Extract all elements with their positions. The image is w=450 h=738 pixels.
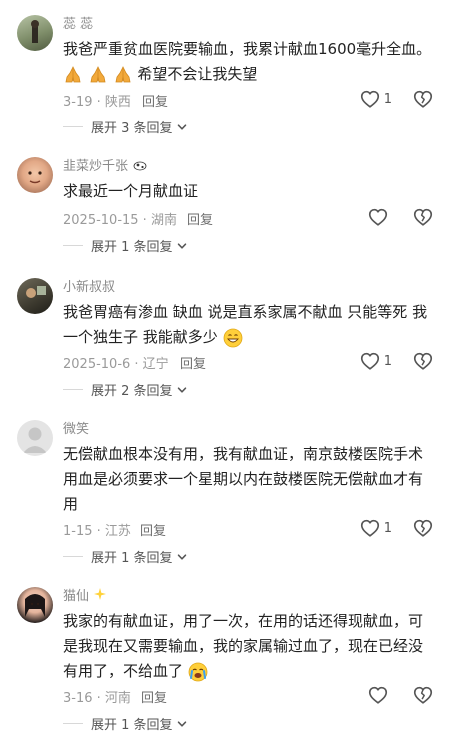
- chevron-down-icon: [176, 240, 188, 252]
- chevron-down-icon: [176, 121, 188, 133]
- comment-meta: 3-16 · 河南: [63, 691, 131, 706]
- like-count: 1: [383, 353, 392, 369]
- expand-replies-button[interactable]: 展开 1 条回复: [63, 236, 188, 255]
- comment-text-line: 希望不会让我失望: [63, 62, 433, 87]
- comment-meta: 2025-10-15 · 湖南: [63, 213, 177, 228]
- avatar[interactable]: [17, 420, 53, 456]
- comment-text-line: 无偿献血根本没有用，我有献血证，南京鼓楼医院手术: [63, 445, 424, 463]
- heart-outline-icon: [367, 684, 389, 706]
- reply-button[interactable]: 回复: [180, 353, 206, 372]
- username-text: 韭菜炒千张: [63, 159, 129, 174]
- broken-heart-icon: [412, 517, 434, 539]
- cow-emoji-icon: [133, 161, 147, 171]
- like-count: 1: [383, 91, 392, 107]
- comment-item: 微笑 无偿献血根本没有用，我有献血证，南京鼓楼医院手术 用血是必须要求一个星期以…: [0, 420, 450, 566]
- expand-replies-label: 展开 1 条回复: [91, 718, 173, 733]
- expand-replies-label: 展开 1 条回复: [91, 240, 173, 255]
- pray-emoji-icon: [63, 65, 83, 85]
- chevron-down-icon: [176, 718, 188, 730]
- comment-text-fragment: 希望不会让我失望: [137, 65, 258, 83]
- comment-text-line: 我家的有献血证，用了一次，在用的话还得现献血，可: [63, 612, 424, 630]
- username[interactable]: 小新叔叔: [63, 276, 115, 295]
- comment-text: 我爸严重贫血医院要输血，我累计献血1600毫升全血。 希望不会让我失望: [63, 37, 433, 87]
- expand-replies-button[interactable]: 展开 3 条回复: [63, 117, 188, 136]
- comment-text: 我家的有献血证，用了一次，在用的话还得现献血，可 是我现在又需要输血，我的家属输…: [63, 609, 433, 684]
- expand-replies-label: 展开 2 条回复: [91, 384, 173, 399]
- heart-outline-icon: [359, 350, 381, 372]
- comment-text-line: 用: [63, 495, 79, 513]
- divider-line: [63, 556, 83, 557]
- divider-line: [63, 389, 83, 390]
- comment-text-line: 用血是必须要求一个星期以内在鼓楼医院无偿献血才有: [63, 470, 424, 488]
- comment-text-line: 有用了，不给血了: [63, 659, 433, 684]
- broken-heart-icon: [412, 684, 434, 706]
- comment-text-line: 是我现在又需要输血，我的家属输过血了，现在已经没: [63, 637, 424, 655]
- comment-item: 蕊 蕊 我爸严重贫血医院要输血，我累计献血1600毫升全血。 希望不会让我失望 …: [0, 13, 450, 136]
- chevron-down-icon: [176, 384, 188, 396]
- avatar[interactable]: [17, 587, 53, 623]
- divider-line: [63, 126, 83, 127]
- comment-meta: 3-19 · 陕西: [63, 95, 131, 110]
- comment-item: 猫仙 我家的有献血证，用了一次，在用的话还得现献血，可 是我现在又需要输血，我的…: [0, 587, 450, 738]
- expand-replies-button[interactable]: 展开 2 条回复: [63, 380, 188, 399]
- comment-text: 无偿献血根本没有用，我有献血证，南京鼓楼医院手术 用血是必须要求一个星期以内在鼓…: [63, 442, 433, 517]
- chevron-down-icon: [176, 551, 188, 563]
- comment-text-line: 一个独生子 我能献多少: [63, 325, 433, 350]
- reply-button[interactable]: 回复: [187, 209, 213, 228]
- like-count: 1: [383, 520, 392, 536]
- dislike-button[interactable]: [412, 517, 434, 543]
- comment-text-fragment: 一个独生子 我能献多少: [63, 328, 218, 346]
- avatar[interactable]: [17, 157, 53, 193]
- comment-item: 韭菜炒千张 求最近一个月献血证 2025-10-15 · 湖南 回复 展开 1 …: [0, 157, 450, 257]
- heart-outline-icon: [367, 206, 389, 228]
- comment-meta: 1-15 · 江苏: [63, 524, 131, 539]
- comment-text-fragment: 有用了，不给血了: [63, 662, 184, 680]
- heart-outline-icon: [359, 517, 381, 539]
- expand-replies-label: 展开 1 条回复: [91, 551, 173, 566]
- like-button[interactable]: [367, 684, 392, 706]
- dislike-button[interactable]: [412, 206, 434, 232]
- like-button[interactable]: [367, 206, 392, 228]
- comment-meta: 2025-10-6 · 辽宁: [63, 357, 169, 372]
- comment-text: 求最近一个月献血证: [63, 179, 433, 204]
- username[interactable]: 蕊 蕊: [63, 13, 93, 32]
- reply-button[interactable]: 回复: [141, 687, 167, 706]
- expand-replies-label: 展开 3 条回复: [91, 121, 173, 136]
- heart-outline-icon: [359, 88, 381, 110]
- broken-heart-icon: [412, 350, 434, 372]
- username[interactable]: 猫仙: [63, 585, 107, 604]
- username[interactable]: 韭菜炒千张: [63, 155, 148, 174]
- comment-item: 小新叔叔 我爸胃癌有渗血 缺血 说是直系家属不献血 只能等死 我 一个独生子 我…: [0, 278, 450, 400]
- reply-button[interactable]: 回复: [140, 520, 166, 539]
- like-button[interactable]: 1: [359, 517, 392, 539]
- expand-replies-button[interactable]: 展开 1 条回复: [63, 547, 188, 566]
- sparkles-emoji-icon: [94, 588, 107, 600]
- divider-line: [63, 245, 83, 246]
- reply-button[interactable]: 回复: [142, 91, 168, 110]
- dislike-button[interactable]: [412, 684, 434, 710]
- comment-text-line: 求最近一个月献血证: [63, 182, 199, 200]
- comment-text: 我爸胃癌有渗血 缺血 说是直系家属不献血 只能等死 我 一个独生子 我能献多少: [63, 300, 433, 350]
- pray-emoji-icon: [88, 65, 108, 85]
- username-text: 猫仙: [63, 589, 90, 604]
- broken-heart-icon: [412, 88, 434, 110]
- expand-replies-button[interactable]: 展开 1 条回复: [63, 714, 188, 733]
- comment-text-line: 我爸严重贫血医院要输血，我累计献血1600毫升全血。: [63, 40, 432, 58]
- username[interactable]: 微笑: [63, 418, 89, 437]
- dislike-button[interactable]: [412, 88, 434, 114]
- broken-heart-icon: [412, 206, 434, 228]
- dislike-button[interactable]: [412, 350, 434, 376]
- comment-text-line: 我爸胃癌有渗血 缺血 说是直系家属不献血 只能等死 我: [63, 303, 428, 321]
- like-button[interactable]: 1: [359, 88, 392, 110]
- divider-line: [63, 723, 83, 724]
- avatar[interactable]: [17, 278, 53, 314]
- like-button[interactable]: 1: [359, 350, 392, 372]
- grinning-emoji-icon: [223, 328, 243, 348]
- pray-emoji-icon: [113, 65, 133, 85]
- crying-emoji-icon: [188, 662, 208, 682]
- avatar[interactable]: [17, 15, 53, 51]
